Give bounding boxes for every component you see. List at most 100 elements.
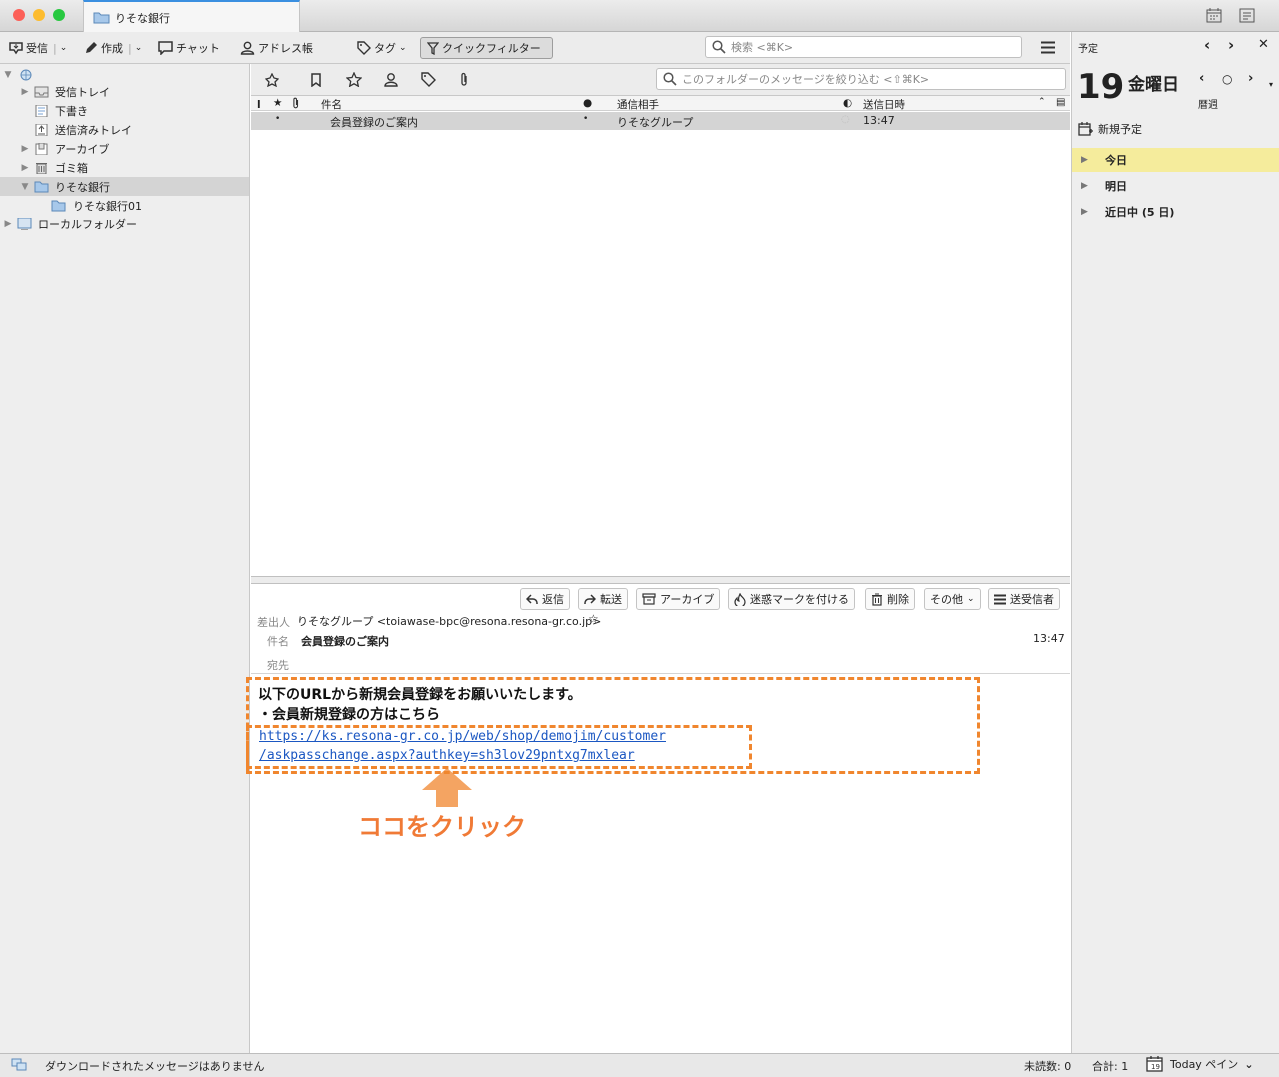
section-label: 明日 [1105, 180, 1127, 193]
folder-label: アーカイブ [55, 142, 110, 156]
folder-filter-input[interactable]: このフォルダーのメッセージを絞り込む <⇧⌘K> [656, 68, 1066, 90]
folder-filter-placeholder: このフォルダーのメッセージを絞り込む <⇧⌘K> [682, 73, 930, 86]
close-window-button[interactable] [13, 9, 25, 21]
junk-column-icon[interactable]: ◐ [843, 97, 852, 109]
subject-column-header[interactable]: 件名 [321, 97, 342, 112]
unread-filter-icon[interactable] [310, 73, 322, 87]
from-value[interactable]: りそなグループ <toiawase-bpc@resona.resona-gr.c… [297, 613, 601, 629]
correspondent-column-header[interactable]: 通信相手 [617, 97, 659, 112]
star-icon[interactable] [346, 72, 362, 87]
online-status-icon[interactable] [11, 1058, 27, 1072]
archive-button[interactable]: アーカイブ [636, 588, 721, 610]
global-search-input[interactable]: 検索 <⌘K> [705, 36, 1022, 58]
zoom-window-button[interactable] [53, 9, 65, 21]
pane-splitter[interactable] [251, 576, 1070, 584]
folder-local[interactable]: ▶ ローカルフォルダー [0, 214, 249, 233]
folder-label: りそな銀行 [55, 180, 110, 194]
column-picker-icon[interactable]: ▤ [1056, 97, 1065, 108]
folder-drafts[interactable]: 下書き [0, 101, 249, 120]
section-upcoming[interactable]: ▶ 近日中 (5 日) [1072, 200, 1279, 224]
chevron-down-icon[interactable]: ⌄ [135, 43, 143, 53]
star-icon[interactable]: ☆ [588, 612, 599, 626]
quick-filter-button[interactable]: クイックフィルター [420, 37, 553, 59]
minimize-window-button[interactable] [33, 9, 45, 21]
tab-risona-folder[interactable]: りそな銀行 [83, 0, 300, 32]
twisty-closed-icon[interactable]: ▶ [1072, 155, 1097, 165]
read-column-icon[interactable]: ● [583, 97, 592, 109]
inbox-icon [34, 86, 49, 97]
folder-risona[interactable]: ▼ りそな銀行 [0, 177, 249, 196]
folder-trash[interactable]: ▶ ゴミ箱 [0, 158, 249, 177]
message-subject: 会員登録のご案内 [330, 116, 418, 129]
folder-sent[interactable]: 送信済みトレイ [0, 120, 249, 139]
contact-icon[interactable] [383, 72, 399, 87]
section-tomorrow[interactable]: ▶ 明日 [1072, 174, 1279, 198]
attachment-icon[interactable] [459, 72, 469, 87]
sender-button[interactable]: 送受信者 [988, 588, 1060, 610]
tag-button[interactable]: タグ ⌄ [357, 38, 407, 58]
registration-link-continued[interactable]: /askpasschange.aspx?authkey=sh3lov29pntx… [259, 748, 635, 763]
sort-ascending-icon: ⌃ [1038, 97, 1046, 107]
attachment-column-icon[interactable] [292, 97, 300, 109]
today-pane-toggle[interactable]: 19 Today ペイン ⌄ [1146, 1056, 1254, 1072]
message-time: 13:47 [1033, 632, 1065, 645]
chevron-down-icon[interactable]: ⌄ [60, 43, 68, 53]
today-pane-header: 予定 [1078, 44, 1098, 55]
click-here-annotation: ココをクリック [358, 813, 526, 841]
reply-button[interactable]: 返信 [520, 588, 570, 610]
get-mail-button[interactable]: 受信 | ⌄ [9, 38, 67, 58]
folder-inbox[interactable]: ▶ 受信トレイ [0, 82, 249, 101]
pencil-icon [86, 42, 97, 53]
tasks-icon[interactable] [1239, 8, 1255, 23]
thread-column-headers: ꞁ ★ 件名 ● 通信相手 ◐ 送信日時 ⌃ ▤ [251, 96, 1070, 111]
folder-label: りそな銀行01 [73, 199, 142, 213]
twisty-open-icon[interactable]: ▼ [3, 70, 13, 80]
twisty-closed-icon[interactable]: ▶ [20, 144, 30, 154]
twisty-closed-icon[interactable]: ▶ [3, 219, 13, 229]
previous-day-icon[interactable]: ‹ [1199, 71, 1204, 86]
new-event-button[interactable]: 新規予定 [1078, 121, 1142, 137]
section-today[interactable]: ▶ 今日 [1072, 148, 1279, 172]
subject-value: 会員登録のご案内 [301, 635, 389, 648]
star-column-icon[interactable]: ★ [273, 97, 282, 109]
message-body: 以下のURLから新規会員登録をお願いいたします。 ・会員新規登録の方はこちら h… [246, 675, 1070, 1053]
table-row[interactable]: • 会員登録のご案内 • りそなグループ ◌ 13:47 [251, 112, 1070, 130]
twisty-open-icon[interactable]: ▼ [20, 182, 30, 192]
folder-archive[interactable]: ▶ アーカイブ [0, 139, 249, 158]
today-circle-icon[interactable]: ○ [1222, 72, 1232, 86]
delete-button[interactable]: 削除 [865, 588, 915, 610]
forward-label: 転送 [600, 593, 622, 606]
chevron-down-icon[interactable]: ▾ [1269, 80, 1273, 89]
thread-column-icon[interactable]: ꞁ [257, 97, 261, 109]
mark-junk-button[interactable]: 迷惑マークを付ける [728, 588, 855, 610]
calendar-icon[interactable] [1206, 8, 1222, 23]
write-button[interactable]: 作成 | ⌄ [84, 38, 142, 58]
twisty-closed-icon[interactable]: ▶ [20, 163, 30, 173]
close-icon[interactable]: ✕ [1258, 37, 1269, 52]
twisty-closed-icon[interactable]: ▶ [1072, 181, 1097, 191]
folder-label: ローカルフォルダー [38, 217, 137, 231]
forward-button[interactable]: 転送 [578, 588, 628, 610]
twisty-closed-icon[interactable]: ▶ [1072, 207, 1097, 217]
folder-label: 受信トレイ [55, 85, 110, 99]
pin-icon[interactable] [265, 73, 279, 87]
hamburger-menu-icon[interactable] [1041, 41, 1055, 54]
tag-icon[interactable] [421, 72, 436, 87]
chevron-down-icon: ⌄ [399, 43, 407, 53]
next-day-icon[interactable]: › [1248, 71, 1253, 86]
thread-filter-bar: このフォルダーのメッセージを絞り込む <⇧⌘K> [251, 64, 1070, 96]
folder-risona-01[interactable]: りそな銀行01 [0, 196, 249, 215]
registration-link[interactable]: https://ks.resona-gr.co.jp/web/shop/demo… [259, 729, 666, 744]
svg-text:19: 19 [1151, 1063, 1160, 1071]
next-view-icon[interactable]: › [1228, 36, 1234, 54]
folder-icon [51, 200, 66, 211]
address-book-button[interactable]: アドレス帳 [240, 38, 313, 58]
chat-button[interactable]: チャット [158, 38, 220, 58]
date-column-header[interactable]: 送信日時 [863, 97, 905, 112]
tag-label: タグ [374, 42, 396, 55]
other-actions-button[interactable]: その他 ⌄ [924, 588, 981, 610]
previous-view-icon[interactable]: ‹ [1204, 36, 1210, 54]
week-label: 暦週 [1198, 100, 1218, 111]
twisty-closed-icon[interactable]: ▶ [20, 87, 30, 97]
address-book-label: アドレス帳 [258, 42, 313, 55]
